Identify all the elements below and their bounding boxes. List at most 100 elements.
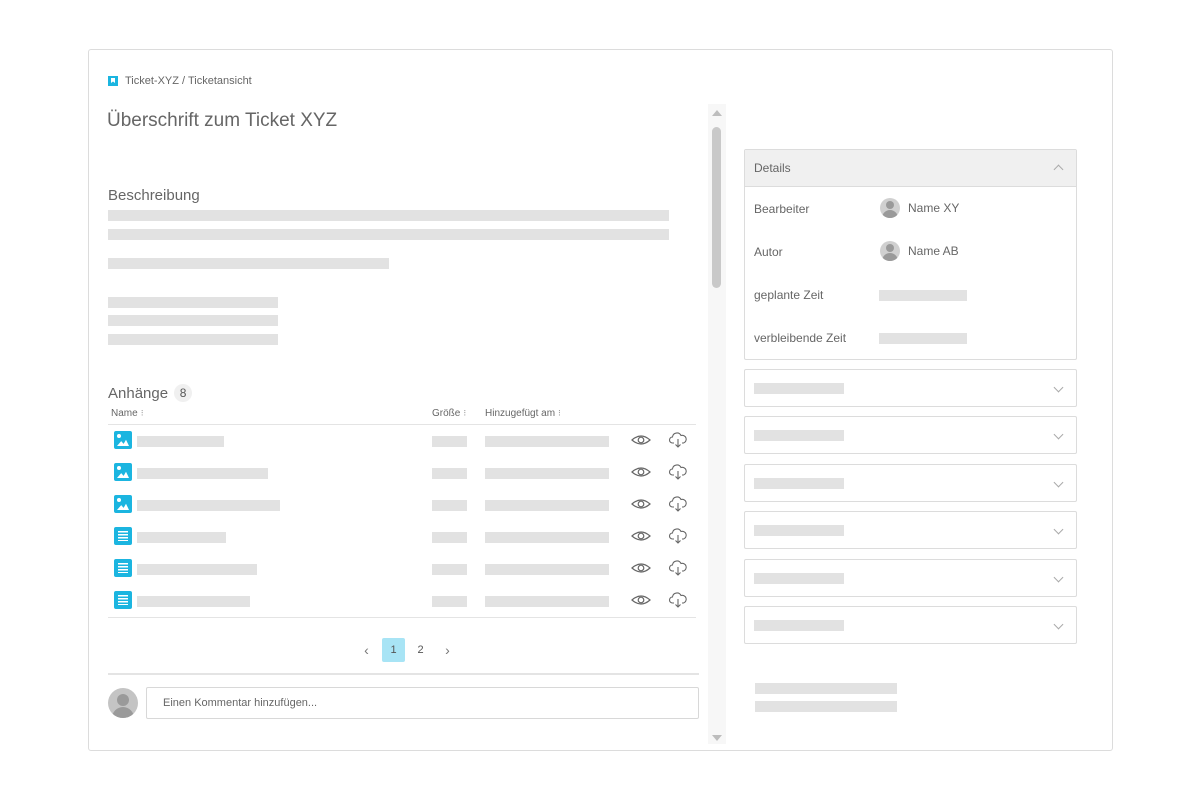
sort-icon[interactable]: ⁝ [558, 408, 561, 418]
table-row[interactable] [108, 431, 698, 463]
table-row[interactable] [108, 463, 698, 495]
planned-time-value [879, 290, 967, 301]
file-size [432, 564, 467, 575]
scrollbar[interactable] [708, 104, 726, 744]
description-line [108, 334, 278, 345]
collapsed-section[interactable] [744, 464, 1077, 502]
collapsed-section[interactable] [744, 606, 1077, 644]
chevron-down-icon[interactable] [1053, 477, 1064, 488]
cloud-download-icon[interactable] [668, 463, 688, 481]
section-title [754, 430, 844, 441]
details-panel: Details Bearbeiter Name XY Autor Name AB… [744, 149, 1077, 360]
collapsed-section[interactable] [744, 559, 1077, 597]
file-name [137, 468, 268, 479]
file-size [432, 532, 467, 543]
file-name [137, 532, 226, 543]
chevron-down-icon[interactable] [1053, 524, 1064, 535]
table-row[interactable] [108, 559, 698, 591]
file-name [137, 596, 250, 607]
previous-page-icon[interactable]: ‹ [355, 638, 378, 662]
eye-icon[interactable] [631, 527, 651, 545]
next-page-icon[interactable]: › [436, 638, 459, 662]
document-file-icon [114, 527, 132, 545]
eye-icon[interactable] [631, 463, 651, 481]
details-title: Details [754, 161, 791, 175]
scroll-thumb[interactable] [712, 127, 721, 288]
document-file-icon [114, 591, 132, 609]
chevron-down-icon[interactable] [1053, 572, 1064, 583]
table-row[interactable] [108, 591, 698, 623]
eye-icon[interactable] [631, 559, 651, 577]
attachments-count-badge: 8 [174, 384, 193, 402]
scroll-up-icon[interactable] [712, 110, 722, 116]
section-title [754, 383, 844, 394]
file-name [137, 500, 280, 511]
column-header-name[interactable]: Name ⁝ [111, 408, 144, 419]
cloud-download-icon[interactable] [668, 527, 688, 545]
cloud-download-icon[interactable] [668, 431, 688, 449]
column-header-added[interactable]: Hinzugefügt am ⁝ [485, 408, 561, 419]
file-size [432, 596, 467, 607]
section-title [754, 620, 844, 631]
author-name: Name AB [908, 244, 959, 258]
column-header-added-label: Hinzugefügt am [485, 408, 556, 419]
description-line [108, 229, 669, 240]
table-bottom-divider [108, 617, 696, 618]
document-file-icon [114, 559, 132, 577]
field-value-author[interactable]: Name AB [880, 241, 959, 261]
collapsed-section[interactable] [744, 511, 1077, 549]
eye-icon[interactable] [631, 495, 651, 513]
description-line [108, 258, 389, 269]
table-row[interactable] [108, 527, 698, 559]
section-title [754, 573, 844, 584]
scroll-down-icon[interactable] [712, 735, 722, 741]
details-header[interactable]: Details [745, 150, 1076, 187]
chevron-down-icon[interactable] [1053, 382, 1064, 393]
comment-input[interactable]: Einen Kommentar hinzufügen... [146, 687, 699, 719]
column-header-size-label: Größe [432, 408, 461, 419]
chevron-up-icon[interactable] [1053, 164, 1064, 175]
pagination: ‹ 1 2 › [355, 638, 459, 662]
page-button-1[interactable]: 1 [382, 638, 405, 662]
chevron-down-icon[interactable] [1053, 619, 1064, 630]
section-title [754, 478, 844, 489]
column-header-name-label: Name [111, 408, 138, 419]
file-size [432, 436, 467, 447]
field-label-assignee: Bearbeiter [754, 202, 810, 216]
description-heading: Beschreibung [108, 187, 200, 204]
image-file-icon [114, 463, 132, 481]
file-size [432, 500, 467, 511]
avatar [108, 688, 138, 718]
eye-icon[interactable] [631, 591, 651, 609]
page-button-2[interactable]: 2 [409, 638, 432, 662]
field-value-assignee[interactable]: Name XY [880, 198, 959, 218]
file-date [485, 468, 609, 479]
field-label-remaining-time: verbleibende Zeit [754, 331, 847, 345]
sort-icon[interactable]: ⁝ [141, 408, 144, 418]
eye-icon[interactable] [631, 431, 651, 449]
cloud-download-icon[interactable] [668, 495, 688, 513]
sort-icon[interactable]: ⁝ [463, 408, 466, 418]
description-line [108, 297, 278, 308]
table-header-divider [108, 424, 696, 425]
chevron-down-icon[interactable] [1053, 429, 1064, 440]
cloud-download-icon[interactable] [668, 591, 688, 609]
comment-divider [108, 673, 699, 675]
breadcrumb-text[interactable]: Ticket-XYZ / Ticketansicht [125, 75, 252, 87]
field-label-planned-time: geplante Zeit [754, 288, 824, 302]
collapsed-section[interactable] [744, 416, 1077, 454]
attachments-heading: Anhänge 8 [108, 384, 193, 402]
page-title: Überschrift zum Ticket XYZ [107, 110, 338, 131]
description-line [108, 210, 669, 221]
section-title [754, 525, 844, 536]
column-header-size[interactable]: Größe ⁝ [432, 408, 466, 419]
file-date [485, 500, 609, 511]
cloud-download-icon[interactable] [668, 559, 688, 577]
table-row[interactable] [108, 495, 698, 527]
image-file-icon [114, 431, 132, 449]
breadcrumb[interactable]: Ticket-XYZ / Ticketansicht [108, 74, 252, 88]
field-label-author: Autor [754, 245, 783, 259]
file-name [137, 564, 257, 575]
avatar [880, 241, 900, 261]
collapsed-section[interactable] [744, 369, 1077, 407]
